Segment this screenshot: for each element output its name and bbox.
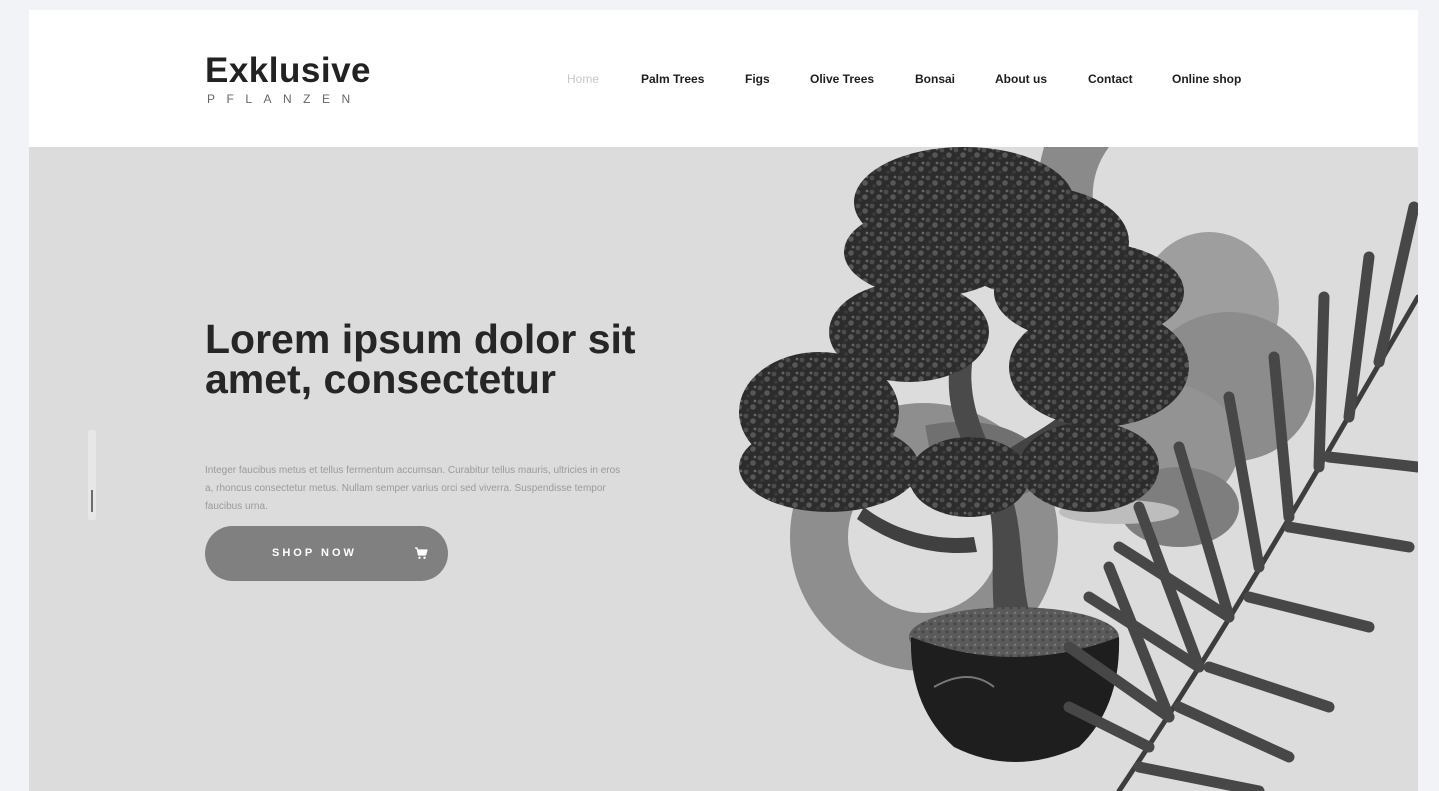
page-frame: Exklusive PFLANZEN Home Palm Trees Figs …	[29, 10, 1418, 791]
bonsai-tree	[739, 147, 1189, 762]
nav-item-olive-trees[interactable]: Olive Trees	[810, 72, 874, 86]
cart-icon	[415, 547, 428, 559]
slide-indicator-active	[91, 490, 93, 512]
shop-now-button[interactable]: SHOP NOW	[205, 526, 448, 581]
hero-description: Integer faucibus metus et tellus ferment…	[205, 465, 621, 512]
shop-now-label: SHOP NOW	[272, 547, 357, 559]
slide-indicator[interactable]	[88, 430, 96, 520]
main-nav: Home Palm Trees Figs Olive Trees Bonsai …	[29, 72, 1418, 88]
nav-item-online-shop[interactable]: Online shop	[1172, 72, 1241, 86]
hero-title: Lorem ipsum dolor sit amet, consectetur	[205, 316, 636, 402]
nav-item-home[interactable]: Home	[567, 72, 599, 86]
nav-item-palm-trees[interactable]: Palm Trees	[641, 72, 704, 86]
nav-item-figs[interactable]: Figs	[745, 72, 770, 86]
nav-item-bonsai[interactable]: Bonsai	[915, 72, 955, 86]
nav-item-contact[interactable]: Contact	[1088, 72, 1133, 86]
nav-item-about-us[interactable]: About us	[995, 72, 1047, 86]
site-header: Exklusive PFLANZEN Home Palm Trees Figs …	[29, 10, 1418, 147]
logo-tagline: PFLANZEN	[207, 92, 362, 106]
hero-section: Lorem ipsum dolor sit amet, consectetur …	[29, 147, 1418, 791]
